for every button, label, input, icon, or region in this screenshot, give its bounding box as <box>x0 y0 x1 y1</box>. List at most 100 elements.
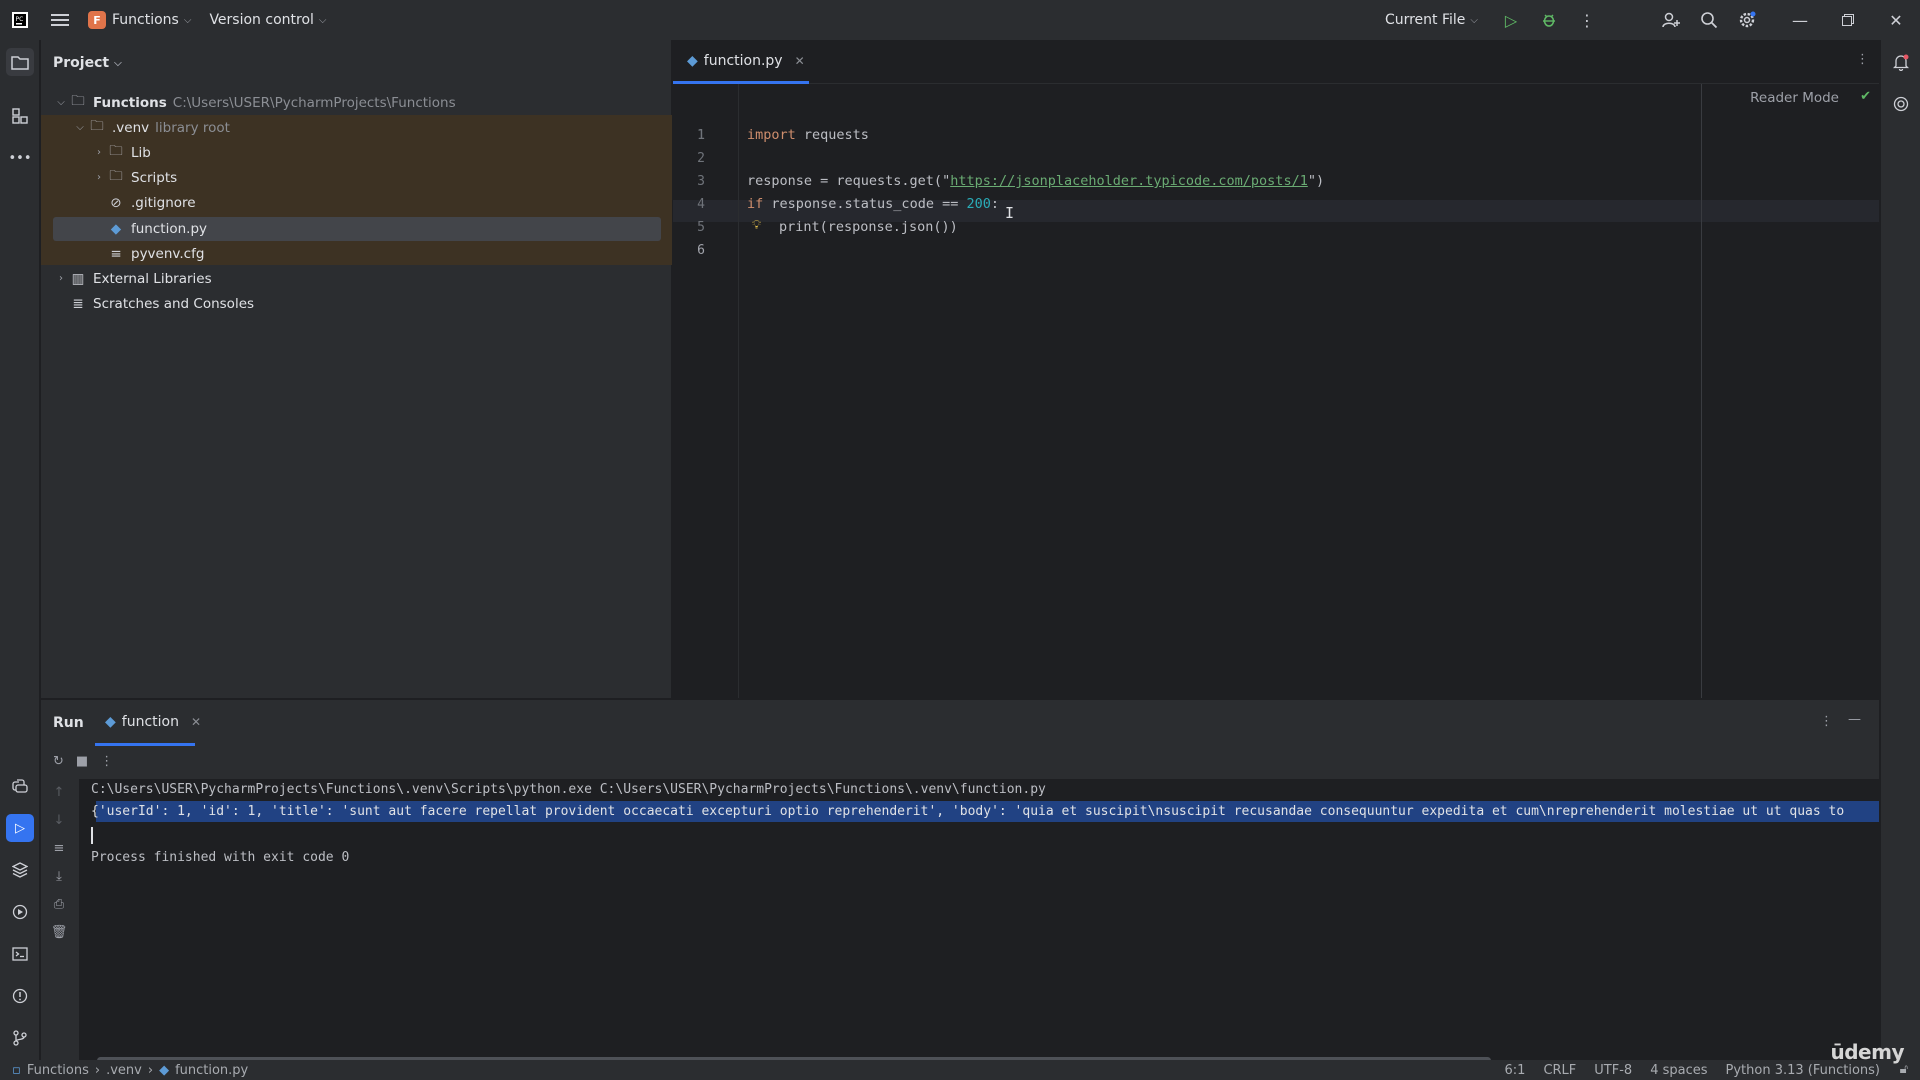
title-bar: PC F Functions ⌵ Version control ⌵ Curre… <box>0 0 1920 40</box>
run-options-icon[interactable]: ⋮ <box>1820 714 1833 729</box>
arrow-up-icon[interactable]: ↑ <box>49 782 69 802</box>
project-selector[interactable]: F Functions ⌵ <box>88 11 191 29</box>
file-encoding[interactable]: UTF-8 <box>1594 1063 1632 1078</box>
notifications-bell-icon[interactable] <box>1887 48 1915 76</box>
project-folder-icon[interactable] <box>6 48 34 76</box>
project-badge: F <box>88 11 106 29</box>
hide-panel-icon[interactable]: — <box>1848 712 1861 727</box>
line-number: 6 <box>697 243 705 258</box>
terminal-icon[interactable] <box>6 940 34 968</box>
main-menu-icon[interactable] <box>40 0 80 40</box>
run-tab-label: function <box>121 713 179 730</box>
version-control-menu[interactable]: Version control ⌵ <box>209 12 326 28</box>
console-output[interactable]: C:\Users\USER\PycharmProjects\Functions\… <box>79 779 1879 1070</box>
tree-item-functions[interactable]: ⌵ 🗀 Functions C:\Users\USER\PycharmProje… <box>53 90 456 115</box>
more-icon[interactable]: ⋮ <box>100 754 113 769</box>
pycharm-logo-icon[interactable]: PC <box>0 0 40 40</box>
line-number: 1 <box>697 128 705 143</box>
editor-area: ◆ function.py ✕ ⋮ 1 1 2 3 4 5 6 import r… <box>673 40 1879 698</box>
folder-icon: 🗀 <box>71 93 85 109</box>
project-panel: Project ⌵ ⌵ 🗀 Functions C:\Users\USER\Py… <box>41 40 672 698</box>
console-side-tools: ↑ ↓ ≡ ⤓ ⎙ 🗑︎ <box>41 746 79 1071</box>
code-line-1: import requests <box>747 127 869 143</box>
indent-setting[interactable]: 4 spaces <box>1650 1063 1707 1078</box>
trash-icon[interactable]: 🗑︎ <box>49 922 69 942</box>
python-file-icon: ◆ <box>105 713 116 730</box>
run-config-selector[interactable]: Current File ⌵ <box>1385 12 1478 28</box>
soft-wrap-icon[interactable]: ≡ <box>49 838 69 858</box>
run-icon[interactable]: ▷ <box>1492 0 1530 40</box>
ignored-file-icon: ⊘ <box>110 194 122 211</box>
folder-icon: 🗀 <box>109 143 123 159</box>
services-icon[interactable] <box>6 898 34 926</box>
run-panel-title: Run <box>53 715 84 731</box>
problems-icon[interactable] <box>6 982 34 1010</box>
project-panel-title: Project <box>53 55 110 71</box>
interpreter-selector[interactable]: Python 3.13 (Functions) <box>1726 1063 1880 1078</box>
restore-icon[interactable] <box>1824 0 1872 40</box>
python-file-icon: ◆ <box>687 52 698 69</box>
git-branch-icon[interactable] <box>6 1024 34 1052</box>
left-tool-strip: ••• ▷ <box>0 40 40 1070</box>
url-link[interactable]: https://jsonplaceholder.typicode.com/pos… <box>950 173 1308 189</box>
chevron-right-icon: › <box>97 172 101 183</box>
caret-position[interactable]: 6:1 <box>1505 1063 1526 1078</box>
tree-item-label: Lib <box>131 144 151 161</box>
tree-item-path: C:\Users\USER\PycharmProjects\Functions <box>172 94 456 111</box>
tree-item-venv[interactable]: ⌵ 🗀 .venv library root <box>72 115 230 140</box>
tab-function-py[interactable]: ◆ function.py ✕ <box>673 40 809 84</box>
breadcrumb-item[interactable]: Functions <box>27 1063 89 1078</box>
tree-item-external-libraries[interactable]: › ▥ External Libraries <box>53 266 212 291</box>
tree-item-scratches[interactable]: ≣ Scratches and Consoles <box>69 291 254 316</box>
tree-item-gitignore[interactable]: ⊘ .gitignore <box>107 190 196 215</box>
folder-icon: 🗀 <box>90 118 104 134</box>
more-actions-icon[interactable]: ⋮ <box>1568 0 1606 40</box>
search-icon[interactable] <box>1690 0 1728 40</box>
print-icon[interactable]: ⎙ <box>49 894 69 914</box>
scroll-to-end-icon[interactable]: ⤓ <box>49 866 69 886</box>
line-separator[interactable]: CRLF <box>1543 1063 1576 1078</box>
arrow-down-icon[interactable]: ↓ <box>49 810 69 830</box>
svg-text:PC: PC <box>16 16 24 23</box>
lock-icon[interactable]: 🔓︎ <box>1900 1062 1908 1077</box>
code-area[interactable]: import requests response = requests.get(… <box>740 84 1879 698</box>
close-window-icon[interactable]: ✕ <box>1872 0 1920 40</box>
structure-icon[interactable] <box>6 102 34 130</box>
minimize-icon[interactable]: — <box>1776 0 1824 40</box>
breadcrumb-item[interactable]: function.py <box>175 1063 248 1078</box>
close-tab-icon[interactable]: ✕ <box>795 54 805 68</box>
text-file-icon: ≡ <box>110 245 122 262</box>
code-line-4: if response.status_code == 200: <box>747 196 999 212</box>
text-cursor-icon: I <box>1005 204 1015 222</box>
python-console-icon[interactable] <box>6 772 34 800</box>
line-number: 4 <box>697 197 705 212</box>
library-icon: ▥ <box>71 270 85 287</box>
tree-item-hint: library root <box>155 119 230 136</box>
tree-item-scripts[interactable]: › 🗀 Scripts <box>91 165 177 190</box>
no-problems-check-icon[interactable]: ✔ <box>1860 89 1871 104</box>
tree-item-label: .gitignore <box>131 194 196 211</box>
intention-bulb-icon[interactable]: 💡︎ <box>752 218 761 233</box>
tree-item-label: pyvenv.cfg <box>131 245 205 262</box>
udemy-watermark: ūdemy <box>1830 1040 1905 1064</box>
tree-item-pyvenv-cfg[interactable]: ≡ pyvenv.cfg <box>107 241 204 266</box>
add-user-icon[interactable] <box>1652 0 1690 40</box>
chevron-right-icon: › <box>59 273 63 284</box>
debug-icon[interactable] <box>1530 0 1568 40</box>
version-control-label: Version control <box>209 12 314 28</box>
run-tool-icon[interactable]: ▷ <box>6 814 34 842</box>
project-panel-header[interactable]: Project ⌵ <box>41 40 671 86</box>
ai-assistant-icon[interactable] <box>1887 90 1915 118</box>
chevron-down-icon: ⌵ <box>318 14 327 26</box>
close-tab-icon[interactable]: ✕ <box>191 715 201 729</box>
run-tab-function[interactable]: ◆ function ✕ <box>95 700 201 746</box>
tab-options-icon[interactable]: ⋮ <box>1856 52 1869 67</box>
breadcrumb-item[interactable]: .venv <box>106 1063 142 1078</box>
python-packages-icon[interactable] <box>6 856 34 884</box>
tree-item-function-py[interactable]: ◆ function.py <box>107 216 207 241</box>
chevron-down-icon: ⌵ <box>183 14 192 26</box>
reader-mode-button[interactable]: Reader Mode <box>1750 90 1839 106</box>
more-tools-icon[interactable]: ••• <box>6 144 34 172</box>
settings-gear-icon[interactable] <box>1728 0 1766 40</box>
tree-item-lib[interactable]: › 🗀 Lib <box>91 140 151 165</box>
